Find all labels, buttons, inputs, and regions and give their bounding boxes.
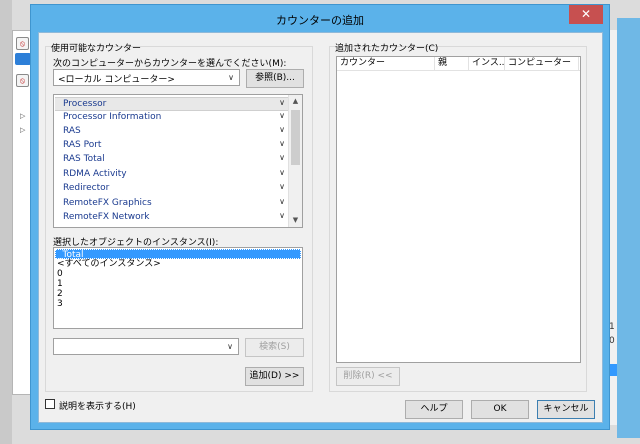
counter-item-label: RAS Total — [63, 154, 105, 164]
dialog-titlebar[interactable]: カウンターの追加 ✕ — [31, 5, 609, 32]
show-description-label: 説明を表示する(H) — [59, 402, 136, 412]
dialog-title: カウンターの追加 — [276, 14, 364, 27]
counter-item[interactable]: Redirector ∨ — [55, 182, 288, 196]
remove-button[interactable]: 削除(R) << — [336, 367, 400, 386]
cancel-button[interactable]: キャンセル — [537, 400, 595, 419]
close-button[interactable]: ✕ — [569, 5, 603, 24]
counter-list-scrollbar[interactable]: ▲ ▼ — [288, 95, 302, 227]
chevron-down-icon[interactable]: ∨ — [279, 211, 285, 220]
computer-select-value: <ローカル コンピューター> — [58, 75, 175, 85]
counter-item[interactable]: RemoteFX Graphics ∨ — [55, 197, 288, 211]
search-button[interactable]: 検索(S) — [245, 338, 304, 357]
chevron-down-icon[interactable]: ∨ — [279, 98, 285, 107]
counter-item-label: Processor — [63, 99, 107, 109]
added-counters-header: カウンター 親 インス... コンピューター — [337, 57, 580, 71]
counter-item[interactable]: Processor ∨ — [55, 97, 288, 111]
back-arrow-icon[interactable] — [15, 53, 31, 65]
counter-item[interactable]: Processor Information ∨ — [55, 111, 288, 125]
chevron-down-icon[interactable]: ∨ — [279, 153, 285, 162]
counter-item[interactable]: RDMA Activity ∨ — [55, 168, 288, 182]
scroll-down-icon[interactable]: ▼ — [289, 214, 302, 227]
no-entry-icon: ⦸ — [16, 74, 29, 87]
add-counters-dialog: カウンターの追加 ✕ 使用可能なカウンター 次のコンピューターからカウンターを選… — [30, 4, 610, 430]
add-button[interactable]: 追加(D) >> — [245, 367, 304, 386]
computer-prompt-label: 次のコンピューターからカウンターを選んでください(M): — [53, 59, 287, 69]
search-select[interactable]: ∨ — [53, 338, 239, 355]
tree-expander-icon[interactable]: ▷ — [20, 126, 25, 134]
tree-expander-icon[interactable]: ▷ — [20, 112, 25, 120]
scrollbar-thumb[interactable] — [291, 110, 300, 165]
scroll-up-icon[interactable]: ▲ — [289, 95, 302, 108]
counter-item[interactable]: RAS Total ∨ — [55, 153, 288, 167]
chevron-down-icon[interactable]: ∨ — [279, 197, 285, 206]
instance-item[interactable]: 2 — [55, 289, 301, 299]
chevron-down-icon[interactable]: ∨ — [279, 182, 285, 191]
chevron-down-icon[interactable]: ∨ — [279, 125, 285, 134]
help-button[interactable]: ヘルプ — [405, 400, 463, 419]
counter-item[interactable]: RAS Port ∨ — [55, 139, 288, 153]
counter-item-label: RDMA Activity — [63, 169, 127, 179]
chevron-down-icon: ∨ — [227, 342, 233, 351]
chevron-down-icon[interactable]: ∨ — [279, 139, 285, 148]
chevron-down-icon[interactable]: ∨ — [279, 111, 285, 120]
background-window-frame — [617, 18, 640, 438]
instance-item[interactable]: 3 — [55, 299, 301, 309]
show-description-checkbox[interactable] — [45, 399, 55, 409]
browse-button[interactable]: 参照(B)... — [246, 69, 304, 88]
ok-button[interactable]: OK — [471, 400, 529, 419]
column-header-parent[interactable]: 親 — [435, 57, 469, 71]
computer-select[interactable]: <ローカル コンピューター> ∨ — [53, 69, 240, 86]
added-counters-label: 追加されたカウンター(C) — [335, 44, 439, 54]
counter-item[interactable]: RAS ∨ — [55, 125, 288, 139]
counter-item[interactable]: RemoteFX Network ∨ — [55, 211, 288, 225]
counter-list[interactable]: Processor ∨ Processor Information ∨ RAS … — [53, 94, 303, 228]
instance-item[interactable]: 0 — [55, 269, 301, 279]
counter-item-label: RAS Port — [63, 140, 102, 150]
available-counters-label: 使用可能なカウンター — [51, 44, 142, 54]
no-entry-icon: ⦸ — [16, 37, 29, 50]
column-header-computer[interactable]: コンピューター — [505, 57, 579, 71]
chevron-down-icon: ∨ — [228, 73, 234, 82]
column-header-instance[interactable]: インス... — [469, 57, 505, 71]
background-left-strip — [0, 0, 12, 444]
instance-list[interactable]: _Total <すべてのインスタンス> 0 1 2 3 — [53, 247, 303, 329]
instance-item-selected[interactable]: _Total — [55, 249, 301, 260]
instance-item[interactable]: <すべてのインスタンス> — [55, 259, 301, 269]
dialog-client: 使用可能なカウンター 次のコンピューターからカウンターを選んでください(M): … — [38, 32, 603, 423]
chevron-down-icon[interactable]: ∨ — [279, 168, 285, 177]
counter-item-label: Redirector — [63, 183, 110, 193]
counter-item-label: Processor Information — [63, 112, 162, 122]
counter-item-label: RemoteFX Network — [63, 212, 150, 222]
column-header-counter[interactable]: カウンター — [337, 57, 435, 71]
added-counters-table[interactable]: カウンター 親 インス... コンピューター — [336, 56, 581, 363]
instance-item[interactable]: 1 — [55, 279, 301, 289]
counter-item-label: RemoteFX Graphics — [63, 198, 152, 208]
counter-item-label: RAS — [63, 126, 81, 136]
